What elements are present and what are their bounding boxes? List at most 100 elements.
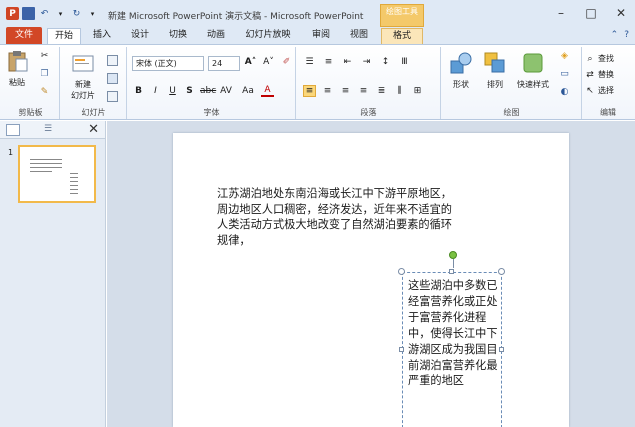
text-direction-icon[interactable]: Ⅲ: [398, 57, 411, 67]
clear-format-icon[interactable]: ✐: [280, 57, 293, 67]
title-bar: P ↶ ▾ ↻ ▾ 新建 Microsoft PowerPoint 演示文稿 -…: [0, 0, 635, 27]
format-painter-icon[interactable]: ✎: [38, 87, 51, 97]
char-spacing-icon[interactable]: AV: [217, 86, 235, 96]
rotation-handle[interactable]: [449, 251, 457, 259]
dropdown-arrow-icon[interactable]: ▾: [54, 7, 67, 20]
resize-handle-tl[interactable]: [398, 268, 405, 275]
arrange-button[interactable]: 排列: [480, 51, 510, 90]
textbox-intro[interactable]: 江苏湖泊地处东南沿海或长江中下游平原地区，周边地区人口稠密，经济发达，近年来不适…: [217, 186, 457, 248]
paste-label: 粘贴: [9, 78, 25, 87]
outline-tab-icon[interactable]: ☰: [44, 124, 58, 136]
tab-design[interactable]: 设计: [124, 28, 156, 44]
tab-slideshow[interactable]: 幻灯片放映: [237, 28, 299, 44]
arrange-icon: [484, 52, 505, 73]
underline-icon[interactable]: U: [166, 86, 179, 96]
slide-thumbnail[interactable]: [18, 145, 96, 203]
shape-effects-icon[interactable]: ◐: [558, 87, 571, 97]
resize-handle-t[interactable]: [449, 269, 454, 274]
paste-button[interactable]: 粘贴: [4, 49, 30, 88]
increase-indent-icon[interactable]: ⇥: [360, 57, 373, 67]
minimize-ribbon-icon[interactable]: ⌃: [611, 30, 619, 40]
tab-format[interactable]: 格式: [381, 28, 423, 44]
section-icon[interactable]: [107, 91, 118, 102]
align-right-icon[interactable]: ≡: [339, 86, 352, 96]
align-left-icon[interactable]: ≡: [303, 85, 316, 97]
quick-access-toolbar: P ↶ ▾ ↻ ▾: [6, 7, 99, 20]
thumb-line: [30, 159, 62, 160]
thumb-line: [30, 171, 52, 172]
ribbon-right-controls: ⌃ ?: [611, 30, 629, 40]
redo-icon[interactable]: ↻: [70, 7, 83, 20]
textbox-selected[interactable]: 这些湖泊中多数已经富营养化或正处于富营养化进程中，使得长江中下游湖区成为我国目前…: [402, 272, 502, 427]
tab-view[interactable]: 视图: [343, 28, 375, 44]
align-text-icon[interactable]: ⊞: [411, 86, 424, 96]
customize-qat-icon[interactable]: ▾: [86, 7, 99, 20]
slides-tab-icon[interactable]: [6, 124, 20, 136]
tab-transitions[interactable]: 切换: [162, 28, 194, 44]
select-icon: ↖: [586, 85, 594, 96]
replace-button[interactable]: ⇄ 替换: [585, 69, 614, 80]
grow-font-icon[interactable]: A˄: [244, 57, 257, 67]
close-icon[interactable]: ✕: [613, 6, 629, 20]
bullets-icon[interactable]: ☰: [303, 57, 316, 67]
bold-icon[interactable]: B: [132, 86, 145, 96]
font-size-select[interactable]: 24: [208, 56, 240, 71]
maximize-icon[interactable]: □: [583, 6, 599, 20]
thumb-line: [70, 185, 78, 186]
save-icon[interactable]: [22, 7, 35, 20]
distributed-icon[interactable]: ≣: [375, 86, 388, 96]
resize-handle-tr[interactable]: [498, 268, 505, 275]
thumb-line: [70, 189, 78, 190]
reset-icon[interactable]: [107, 73, 118, 84]
tab-insert[interactable]: 插入: [86, 28, 118, 44]
slides-pane-header: ☰ ✕: [0, 121, 105, 139]
columns-icon[interactable]: ⫼: [393, 86, 406, 96]
tab-file[interactable]: 文件: [6, 27, 42, 44]
italic-icon[interactable]: I: [149, 86, 162, 96]
shrink-font-icon[interactable]: A˅: [262, 57, 275, 67]
group-slides: 新建 幻灯片 幻灯片: [61, 47, 127, 119]
paragraph-row-2: ≡ ≡ ≡ ≡ ≣ ⫼ ⊞: [303, 85, 424, 97]
find-button[interactable]: ⌕ 查找: [585, 53, 614, 64]
shapes-label: 形状: [453, 80, 469, 89]
undo-icon[interactable]: ↶: [38, 7, 51, 20]
thumb-line: [70, 193, 78, 194]
resize-handle-l[interactable]: [399, 347, 404, 352]
shape-fill-icon[interactable]: ◈: [558, 51, 571, 61]
font-style-row: B I U S abc AV Aa A: [132, 85, 274, 97]
tab-animations[interactable]: 动画: [200, 28, 232, 44]
cut-icon[interactable]: ✂: [38, 51, 51, 61]
font-name-select[interactable]: 宋体 (正文): [132, 56, 204, 71]
quick-styles-button[interactable]: 快速样式: [512, 51, 554, 90]
slide-editing-area: 江苏湖泊地处东南沿海或长江中下游平原地区，周边地区人口稠密，经济发达，近年来不适…: [107, 121, 635, 427]
help-icon[interactable]: ?: [624, 30, 629, 40]
change-case-icon[interactable]: Aa: [239, 86, 257, 96]
replace-icon: ⇄: [586, 69, 594, 80]
layout-icon[interactable]: [107, 55, 118, 66]
tab-home[interactable]: 开始: [47, 28, 81, 44]
select-button[interactable]: ↖ 选择: [585, 85, 614, 96]
close-pane-icon[interactable]: ✕: [88, 122, 99, 137]
strikethrough-icon[interactable]: abc: [200, 86, 216, 96]
shadow-icon[interactable]: S: [183, 86, 196, 96]
tab-review[interactable]: 审阅: [305, 28, 337, 44]
font-color-icon[interactable]: A: [261, 85, 274, 97]
justify-icon[interactable]: ≡: [357, 86, 370, 96]
line-spacing-icon[interactable]: ↕: [379, 57, 392, 67]
new-slide-button[interactable]: 新建 幻灯片: [65, 51, 101, 101]
textbox-selected-text[interactable]: 这些湖泊中多数已经富营养化或正处于富营养化进程中，使得长江中下游湖区成为我国目前…: [408, 278, 498, 389]
decrease-indent-icon[interactable]: ⇤: [341, 57, 354, 67]
copy-icon[interactable]: ❐: [38, 69, 51, 79]
window-controls: – □ ✕: [553, 6, 629, 20]
minimize-icon[interactable]: –: [553, 6, 569, 20]
powerpoint-app-icon[interactable]: P: [6, 7, 19, 20]
slide-canvas[interactable]: 江苏湖泊地处东南沿海或长江中下游平原地区，周边地区人口稠密，经济发达，近年来不适…: [173, 133, 569, 427]
group-clipboard: 粘贴 ✂ ❐ ✎ 剪贴板: [2, 47, 60, 119]
resize-handle-r[interactable]: [499, 347, 504, 352]
thumb-line: [30, 167, 62, 168]
shapes-button[interactable]: 形状: [446, 51, 476, 90]
arrange-label: 排列: [487, 80, 503, 89]
align-center-icon[interactable]: ≡: [321, 86, 334, 96]
numbering-icon[interactable]: ≡: [322, 57, 335, 67]
shape-outline-icon[interactable]: ▭: [558, 69, 571, 79]
